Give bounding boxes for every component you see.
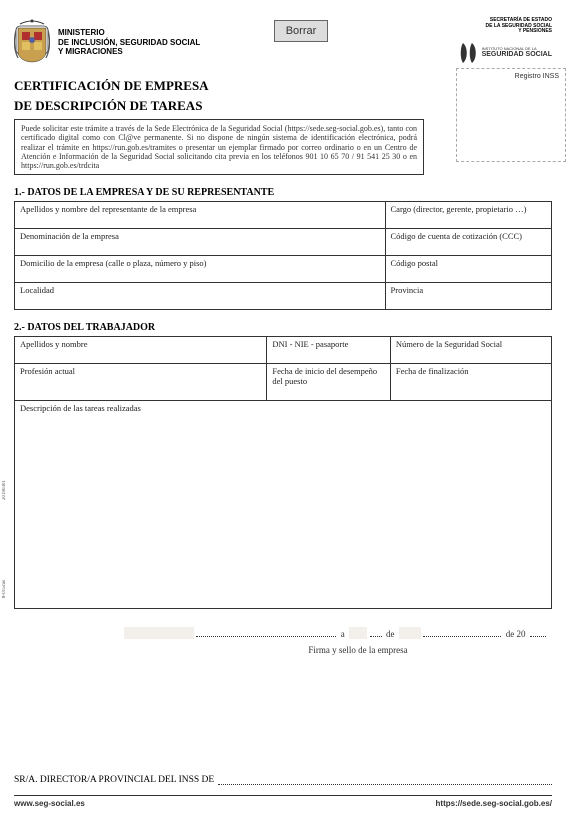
- field-dni[interactable]: DNI - NIE - pasaporte: [267, 337, 391, 364]
- director-fill[interactable]: [218, 776, 552, 785]
- director-label: SR/A. DIRECTOR/A PROVINCIAL DEL INSS DE: [14, 775, 214, 785]
- field-nss[interactable]: Número de la Seguridad Social: [390, 337, 551, 364]
- registro-inss-label: Registro INSS: [463, 73, 559, 80]
- bottom-area: SR/A. DIRECTOR/A PROVINCIAL DEL INSS DE …: [14, 775, 552, 808]
- field-localidad[interactable]: Localidad: [15, 283, 386, 310]
- field-domicilio[interactable]: Domicilio de la empresa (calle o plaza, …: [15, 256, 386, 283]
- intro-text: Puede solicitar este trámite a través de…: [21, 124, 417, 170]
- side-code-2: 8-015cas: [2, 580, 7, 598]
- field-ccc[interactable]: Código de cuenta de cotización (CCC): [385, 229, 551, 256]
- registro-inss-box: Registro INSS: [456, 68, 566, 162]
- footer-left-url: www.seg-social.es: [14, 799, 85, 808]
- secretaria-text: SECRETARÍA DE ESTADO DE LA SEGURIDAD SOC…: [432, 18, 552, 35]
- ministerio-line2: DE INCLUSIÓN, SEGURIDAD SOCIAL: [58, 38, 200, 48]
- section2-heading: 2.- DATOS DEL TRABAJADOR: [14, 322, 552, 333]
- date-line: a de de 20: [14, 627, 552, 639]
- footer-right-url: https://sede.seg-social.gob.es/: [436, 799, 552, 808]
- footer-bar: www.seg-social.es https://sede.seg-socia…: [14, 795, 552, 808]
- side-code-1: 20190301: [2, 480, 7, 500]
- field-rep-apellidos[interactable]: Apellidos y nombre del representante de …: [15, 202, 386, 229]
- month-fill[interactable]: [399, 627, 421, 639]
- document-header: MINISTERIO DE INCLUSIÓN, SEGURIDAD SOCIA…: [14, 18, 552, 66]
- seguridad-social-text: INSTITUTO NACIONAL DE LA SEGURIDAD SOCIA…: [482, 47, 552, 58]
- field-denominacion[interactable]: Denominación de la empresa: [15, 229, 386, 256]
- field-provincia[interactable]: Provincia: [385, 283, 551, 310]
- director-line: SR/A. DIRECTOR/A PROVINCIAL DEL INSS DE: [14, 775, 552, 785]
- borrar-button[interactable]: Borrar: [274, 20, 328, 42]
- intro-text-box: Puede solicitar este trámite a través de…: [14, 119, 424, 175]
- field-cp[interactable]: Código postal: [385, 256, 551, 283]
- seguridad-social-icon: [460, 41, 478, 65]
- section2-table: Apellidos y nombre DNI - NIE - pasaporte…: [14, 336, 552, 609]
- seguridad-social-logo: INSTITUTO NACIONAL DE LA SEGURIDAD SOCIA…: [432, 41, 552, 65]
- spain-coat-of-arms-icon: [14, 18, 50, 66]
- field-fecha-inicio[interactable]: Fecha de inicio del desempeño del puesto: [267, 364, 391, 401]
- section1-heading: 1.- DATOS DE LA EMPRESA Y DE SU REPRESEN…: [14, 187, 552, 198]
- ministerio-text: MINISTERIO DE INCLUSIÓN, SEGURIDAD SOCIA…: [58, 28, 200, 57]
- field-fecha-fin[interactable]: Fecha de finalización: [390, 364, 551, 401]
- day-fill[interactable]: [349, 627, 367, 639]
- place-fill[interactable]: [124, 627, 194, 639]
- ministerio-line3: Y MIGRACIONES: [58, 47, 200, 57]
- ministerio-line1: MINISTERIO: [58, 28, 200, 38]
- firma-label: Firma y sello de la empresa: [14, 645, 552, 655]
- section1-table: Apellidos y nombre del representante de …: [14, 201, 552, 310]
- field-cargo[interactable]: Cargo (director, gerente, propietario …): [385, 202, 551, 229]
- field-trab-apellidos[interactable]: Apellidos y nombre: [15, 337, 267, 364]
- right-header-block: SECRETARÍA DE ESTADO DE LA SEGURIDAD SOC…: [432, 18, 552, 65]
- field-profesion[interactable]: Profesión actual: [15, 364, 267, 401]
- field-descripcion-tareas[interactable]: Descripción de las tareas realizadas: [15, 401, 552, 609]
